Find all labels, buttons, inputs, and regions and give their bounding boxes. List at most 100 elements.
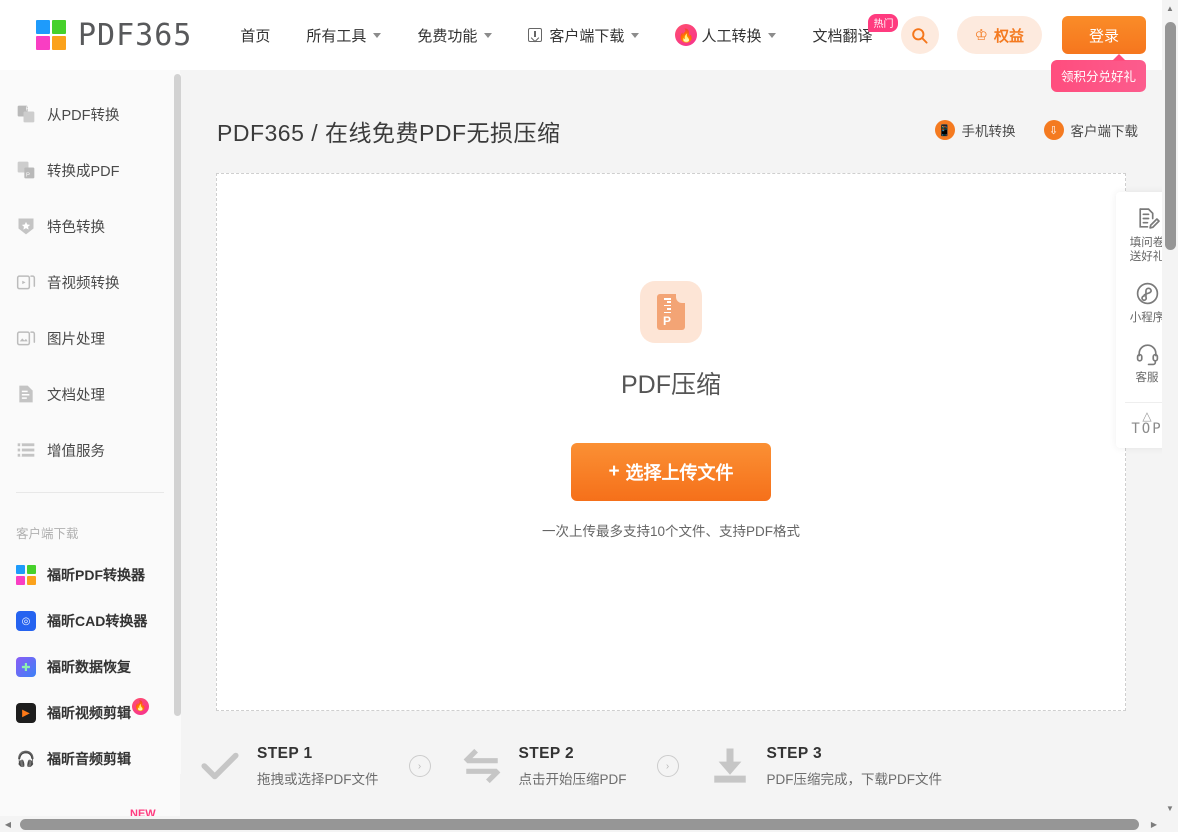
nav-label: 免费功能	[417, 27, 478, 45]
check-icon	[201, 752, 239, 780]
foxit-audio-icon: 🎧	[16, 751, 36, 768]
vertical-scrollbar-thumb[interactable]	[1165, 22, 1176, 250]
sidebar-app-foxit-audio[interactable]: 🎧 福昕音频剪辑	[0, 736, 180, 782]
sidebar-scrollbar[interactable]	[174, 74, 181, 774]
to-pdf-icon: P	[17, 161, 35, 179]
flame-icon: 🔥	[132, 698, 149, 715]
upload-file-button[interactable]: + 选择上传文件	[571, 443, 771, 501]
upload-button-label: 选择上传文件	[625, 463, 734, 483]
step-arrow-icon: ›	[408, 755, 431, 777]
nav-item-doc-translate[interactable]: 文档翻译 热门	[812, 13, 899, 46]
plus-icon: +	[608, 461, 620, 482]
step-arrow-icon: ›	[656, 755, 679, 777]
logo-squares-icon	[36, 20, 66, 50]
mobile-convert-action[interactable]: 📱 手机转换	[934, 120, 1016, 140]
vertical-scrollbar[interactable]: ▲ ▼	[1162, 0, 1178, 816]
step-title: STEP 3	[766, 744, 823, 762]
action-label: 手机转换	[961, 124, 1016, 139]
scroll-right-arrow-icon[interactable]: ▶	[1146, 816, 1162, 832]
hot-badge: 热门	[868, 13, 899, 32]
nav-item-all-tools[interactable]: 所有工具	[306, 25, 382, 46]
sidebar-item-media[interactable]: 音视频转换	[0, 254, 180, 310]
rail-item-miniprogram[interactable]: 小程序	[1129, 281, 1165, 325]
sidebar-item-to-pdf[interactable]: P 转换成PDF	[0, 142, 180, 198]
download-icon: ⇩	[1043, 120, 1064, 140]
search-icon	[912, 27, 928, 44]
nav-item-manual-convert[interactable]: 🔥 人工转换	[675, 24, 777, 46]
foxit-cad-icon: ◎	[16, 611, 36, 631]
sidebar-item-featured[interactable]: 特色转换	[0, 198, 180, 254]
sidebar-item-from-pdf[interactable]: P 从PDF转换	[0, 86, 180, 142]
sidebar-app-foxit-pdf[interactable]: 福昕PDF转换器	[0, 552, 180, 598]
download-box-icon	[528, 28, 543, 42]
nav-item-home[interactable]: 首页	[240, 25, 270, 46]
headset-icon	[1136, 344, 1158, 366]
nav-label: 客户端下载	[549, 27, 625, 45]
rail-label: 客服	[1135, 372, 1159, 385]
scroll-down-arrow-icon[interactable]: ▼	[1162, 800, 1178, 816]
sidebar-app-label: 福昕CAD转换器	[47, 613, 148, 629]
sidebar-item-value-added[interactable]: 增值服务	[0, 422, 180, 478]
sidebar-item-document[interactable]: 文档处理	[0, 366, 180, 422]
tool-name: PDF压缩	[620, 371, 721, 399]
client-download-action[interactable]: ⇩ 客户端下载	[1043, 120, 1138, 140]
main-content: PDF365 / 在线免费PDF无损压缩 📱 手机转换 ⇩ 客户端下载 P PD…	[181, 70, 1162, 822]
nav-item-client-download[interactable]: 客户端下载	[528, 25, 640, 46]
nav-label: 文档翻译	[812, 27, 873, 45]
rail-item-support[interactable]: 客服	[1135, 341, 1160, 385]
sidebar-app-label: 福昕PDF转换器	[47, 567, 145, 583]
nav-item-free-features[interactable]: 免费功能	[417, 25, 493, 46]
rail-label: 小程序	[1129, 311, 1165, 324]
rail-item-survey[interactable]: 填问卷 送好礼	[1129, 206, 1165, 265]
file-drop-area[interactable]: P PDF压缩 + 选择上传文件 一次上传最多支持10个文件、支持PDF格式	[216, 173, 1126, 711]
scroll-left-arrow-icon[interactable]: ◀	[0, 816, 16, 832]
step-3: STEP 3 PDF压缩完成，下载PDF文件	[709, 744, 943, 788]
sidebar-app-label: 福昕视频剪辑	[47, 705, 131, 721]
sidebar-item-label: 增值服务	[47, 443, 105, 460]
points-tooltip[interactable]: 领积分兑好礼	[1050, 54, 1146, 92]
search-button[interactable]	[900, 16, 939, 54]
sidebar-item-label: 音视频转换	[47, 275, 120, 292]
step-desc: 拖拽或选择PDF文件	[257, 771, 379, 787]
foxit-pdf-icon	[16, 565, 36, 585]
sidebar-app-label: 福昕音频剪辑	[47, 751, 131, 767]
logo[interactable]: PDF365	[36, 18, 192, 53]
chevron-down-icon	[768, 32, 777, 38]
phone-icon: 📱	[934, 120, 955, 140]
sidebar-item-label: 文档处理	[47, 387, 105, 404]
exchange-icon	[463, 748, 500, 784]
step-desc: 点击开始压缩PDF	[518, 771, 627, 787]
step-1: STEP 1 拖拽或选择PDF文件	[199, 745, 379, 788]
scroll-up-arrow-icon[interactable]: ▲	[1162, 0, 1178, 16]
sidebar-item-image[interactable]: 图片处理	[0, 310, 180, 366]
svg-text:P: P	[26, 106, 30, 112]
document-icon	[19, 385, 33, 403]
chevron-down-icon	[373, 32, 382, 38]
rail-label: 填问卷 送好礼	[1129, 237, 1165, 264]
miniprogram-icon	[1136, 282, 1158, 304]
sidebar-app-foxit-cad[interactable]: ◎ 福昕CAD转换器	[0, 598, 180, 644]
nav-label: 所有工具	[306, 27, 367, 45]
sidebar-downloads-heading: 客户端下载	[16, 527, 79, 541]
logo-text: PDF365	[78, 17, 193, 53]
title-actions: 📱 手机转换 ⇩ 客户端下载	[907, 120, 1138, 140]
rail-top-label: TOP	[1131, 420, 1163, 437]
media-icon	[16, 275, 36, 290]
sidebar-scrollbar-thumb[interactable]	[174, 74, 181, 716]
sidebar-item-label: 转换成PDF	[47, 163, 120, 180]
sidebar-app-foxit-video[interactable]: ▶ 福昕视频剪辑 🔥	[0, 690, 180, 736]
benefits-button[interactable]: ♔ 权益	[956, 16, 1042, 54]
horizontal-scrollbar-thumb[interactable]	[20, 819, 1139, 830]
sidebar-app-foxit-recovery[interactable]: ✚ 福昕数据恢复	[0, 644, 180, 690]
benefits-label: 权益	[993, 27, 1024, 45]
step-desc: PDF压缩完成，下载PDF文件	[766, 771, 943, 787]
sidebar-app-label: 福昕数据恢复	[47, 659, 131, 675]
site-header: PDF365 首页 所有工具 免费功能 客户端下载 🔥 人工转换 文档翻译 热门…	[0, 0, 1162, 92]
steps-bar: STEP 1 拖拽或选择PDF文件 › STEP 2 点击开始压缩PDF › S…	[181, 720, 1162, 812]
login-button[interactable]: 登录	[1062, 16, 1146, 54]
horizontal-scrollbar[interactable]: ◀ ▶	[0, 816, 1178, 832]
from-pdf-icon: P	[17, 105, 35, 123]
nav-label: 首页	[240, 27, 271, 45]
sidebar-item-label: 特色转换	[47, 219, 105, 236]
nav-label: 人工转换	[701, 27, 762, 45]
